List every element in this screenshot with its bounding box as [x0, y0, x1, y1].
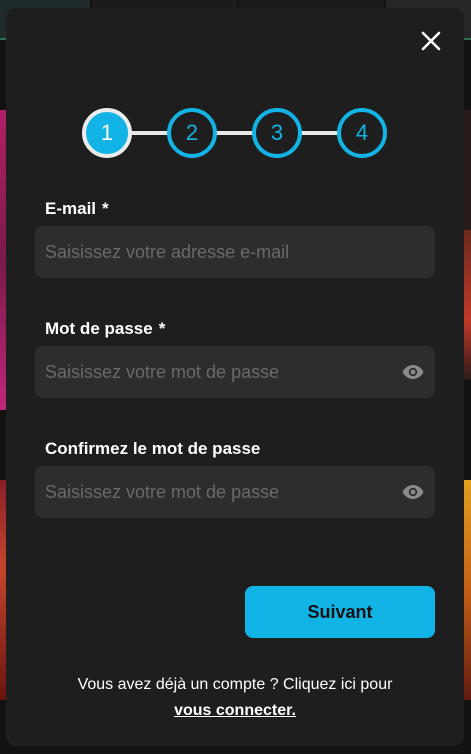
- step-number: 2: [185, 120, 199, 145]
- confirm-password-field[interactable]: [35, 466, 435, 518]
- login-prompt: Vous avez déjà un compte ? Cliquez ici p…: [6, 672, 464, 724]
- confirm-password-visibility-toggle[interactable]: [401, 480, 425, 504]
- required-marker: *: [102, 199, 109, 218]
- login-prompt-text: Vous avez déjà un compte ? Cliquez ici p…: [77, 676, 393, 693]
- eye-icon: [402, 485, 424, 499]
- step-number: 4: [355, 120, 369, 145]
- login-link[interactable]: vous connecter.: [174, 702, 296, 719]
- step-2[interactable]: 2: [167, 108, 217, 158]
- step-number: 3: [270, 120, 284, 145]
- password-field[interactable]: [35, 346, 435, 398]
- step-connector: [215, 131, 253, 135]
- close-icon: [421, 31, 441, 51]
- password-visibility-toggle[interactable]: [401, 360, 425, 384]
- next-button[interactable]: Suivant: [245, 586, 435, 638]
- close-button[interactable]: [420, 30, 442, 52]
- step-1[interactable]: 1: [82, 108, 132, 158]
- step-indicator: 1 2 3 4: [82, 108, 388, 158]
- confirm-password-field-wrapper: [35, 466, 435, 518]
- password-field-wrapper: [35, 346, 435, 398]
- registration-modal: 1 2 3 4 E-mail* Mot de passe* Co: [6, 8, 464, 746]
- confirm-password-label-text: Confirmez le mot de passe: [45, 439, 261, 458]
- email-label-text: E-mail: [45, 199, 97, 218]
- email-field[interactable]: [35, 226, 435, 278]
- step-3[interactable]: 3: [252, 108, 302, 158]
- required-marker: *: [158, 319, 166, 338]
- eye-icon: [402, 365, 424, 379]
- email-label: E-mail *: [45, 199, 109, 219]
- step-number: 1: [100, 120, 114, 145]
- confirm-password-label: Confirmez le mot de passe: [45, 439, 260, 459]
- password-label: Mot de passe *: [45, 319, 165, 339]
- step-4[interactable]: 4: [337, 108, 387, 158]
- step-connector: [300, 131, 338, 135]
- password-label-text: Mot de passe: [45, 319, 153, 338]
- step-connector: [130, 131, 168, 135]
- email-field-wrapper: [35, 226, 435, 278]
